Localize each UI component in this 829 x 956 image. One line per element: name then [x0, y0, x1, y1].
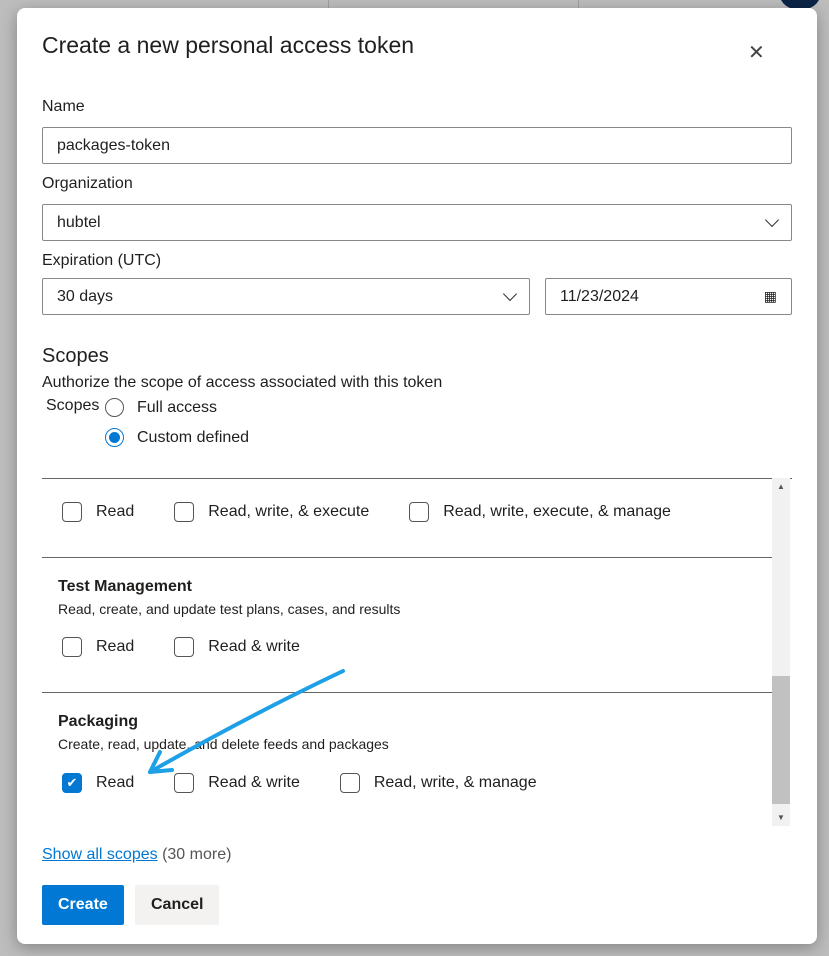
annotation-arrow [148, 669, 345, 774]
